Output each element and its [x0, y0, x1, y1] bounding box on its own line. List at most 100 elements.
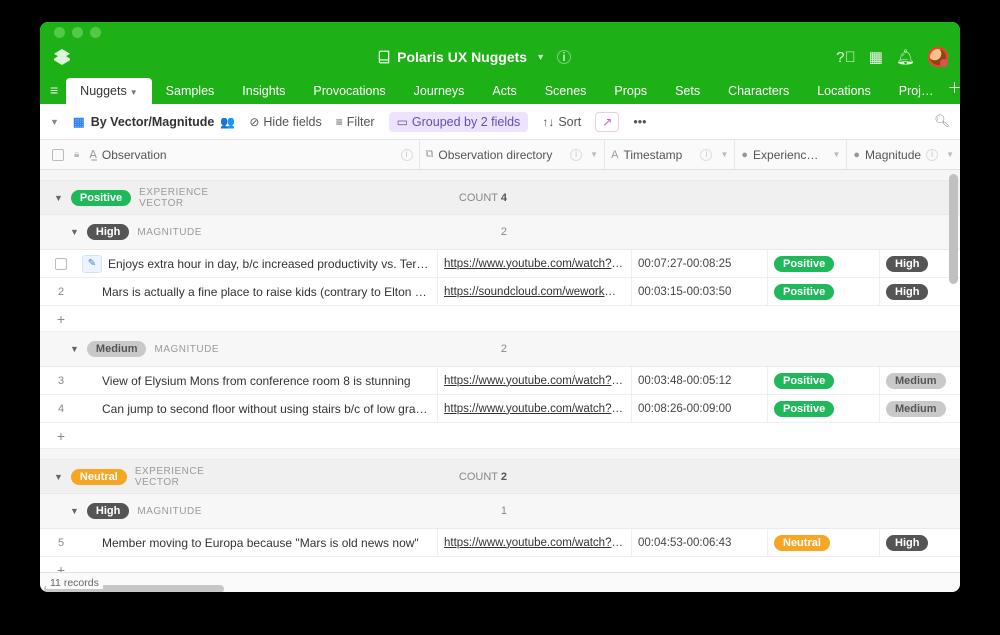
plus-icon[interactable]: +	[40, 311, 82, 327]
cell-directory-link[interactable]: https://soundcloud.com/weworkmars-ux-int…	[444, 286, 625, 298]
add-row[interactable]: +	[40, 423, 960, 449]
col-experience-vector[interactable]: ● Experience vector ▼	[735, 140, 847, 169]
cell-directory-link[interactable]: https://www.youtube.com/watch?v=HFDS74h…	[444, 537, 625, 549]
cell-observation[interactable]: Mars is actually a fine place to raise k…	[82, 285, 437, 299]
tab-sets[interactable]: Sets	[661, 78, 714, 104]
add-row[interactable]: +	[40, 306, 960, 332]
collapse-sidebar-icon[interactable]: ▼	[50, 117, 59, 127]
apps-icon[interactable]: ▦	[869, 48, 883, 66]
col-observation[interactable]: 🔒︎ 𝖠̲ Observation i	[40, 140, 420, 169]
group-header-magnitude[interactable]: ▼ High MAGNITUDE 2	[40, 215, 960, 250]
field-info-icon[interactable]: i	[926, 149, 938, 161]
field-info-icon[interactable]: i	[401, 149, 413, 161]
share-view-button[interactable]: ↗	[595, 112, 619, 132]
tab-insights[interactable]: Insights	[228, 78, 299, 104]
help-icon[interactable]: ?⃝	[836, 49, 856, 66]
collapse-icon[interactable]: ▼	[54, 193, 63, 203]
tab-journeys[interactable]: Journeys	[400, 78, 479, 104]
table-row[interactable]: 2 Mars is actually a fine place to raise…	[40, 278, 960, 306]
search-icon[interactable]: 🔍︎	[934, 114, 950, 129]
plus-icon[interactable]: +	[40, 562, 82, 573]
cell-magnitude-badge[interactable]: High	[886, 284, 928, 300]
group-button[interactable]: ▭Grouped by 2 fields	[389, 112, 529, 132]
tab-samples[interactable]: Samples	[152, 78, 229, 104]
cell-vector-badge[interactable]: Positive	[774, 284, 834, 300]
col-magnitude[interactable]: ● Magnitude i▼	[847, 140, 960, 169]
col-directory[interactable]: ⧉ Observation directory i▼	[420, 140, 606, 169]
caret-down-icon: ▼	[536, 52, 545, 62]
table-row[interactable]: 3 View of Elysium Mons from conference r…	[40, 367, 960, 395]
cell-timestamp[interactable]: 00:07:27-00:08:25	[632, 250, 768, 277]
group-header-magnitude[interactable]: ▼ Medium MAGNITUDE 2	[40, 332, 960, 367]
more-button[interactable]: •••	[633, 115, 646, 129]
mac-close-icon[interactable]	[54, 27, 65, 38]
table-row[interactable]: 5 Member moving to Europa because "Mars …	[40, 529, 960, 557]
bell-icon[interactable]: 🔔︎	[896, 48, 915, 66]
collapse-icon[interactable]: ▼	[70, 344, 79, 354]
tab-acts[interactable]: Acts	[478, 78, 530, 104]
menu-icon[interactable]: ≡	[46, 82, 66, 104]
cell-timestamp[interactable]: 00:04:53-00:06:43	[632, 529, 768, 556]
group-header-vector[interactable]: ▼ Neutral EXPERIENCE VECTOR COUNT 2	[40, 459, 960, 494]
cell-directory-link[interactable]: https://www.youtube.com/watch?v=LOLB87t…	[444, 403, 625, 415]
cell-magnitude-badge[interactable]: High	[886, 256, 928, 272]
mac-zoom-icon[interactable]	[90, 27, 101, 38]
cell-observation[interactable]: Can jump to second floor without using s…	[82, 402, 437, 416]
app-logo-icon[interactable]	[52, 49, 72, 65]
collapse-icon[interactable]: ▼	[70, 506, 79, 516]
cell-vector-badge[interactable]: Positive	[774, 373, 834, 389]
hide-fields-button[interactable]: ⊘Hide fields	[249, 115, 321, 129]
row-checkbox[interactable]	[55, 258, 67, 270]
caret-down-icon[interactable]: ▼	[590, 150, 598, 159]
cell-timestamp[interactable]: 00:03:15-00:03:50	[632, 278, 768, 305]
add-row[interactable]: +	[40, 557, 960, 572]
view-switcher[interactable]: ▦ By Vector/Magnitude 👥	[73, 114, 235, 129]
tab-props[interactable]: Props	[600, 78, 661, 104]
cell-timestamp[interactable]: 00:03:48-00:05:12	[632, 367, 768, 394]
tab-scenes[interactable]: Scenes	[531, 78, 601, 104]
tab-characters[interactable]: Characters	[714, 78, 803, 104]
select-all-checkbox[interactable]	[52, 149, 64, 161]
sort-button[interactable]: ↑↓Sort	[542, 115, 581, 129]
plus-icon[interactable]: +	[40, 428, 82, 444]
cell-directory-link[interactable]: https://www.youtube.com/watch?v=LOLB87t…	[444, 258, 625, 270]
caret-down-icon[interactable]: ▼	[946, 150, 954, 159]
group-header-magnitude[interactable]: ▼ High MAGNITUDE 1	[40, 494, 960, 529]
tab-provocations[interactable]: Provocations	[299, 78, 399, 104]
collapse-icon[interactable]: ▼	[54, 472, 63, 482]
group-header-vector[interactable]: ▼ Positive EXPERIENCE VECTOR COUNT 4	[40, 180, 960, 215]
mac-minimize-icon[interactable]	[72, 27, 83, 38]
collaborators-icon[interactable]: 👥	[220, 115, 235, 129]
col-timestamp[interactable]: A Timestamp i▼	[605, 140, 735, 169]
tab-nuggets[interactable]: Nuggets▼	[66, 78, 151, 104]
cell-observation[interactable]: Enjoys extra hour in day, b/c increased …	[108, 257, 437, 271]
eye-off-icon: ⊘	[249, 115, 259, 129]
filter-button[interactable]: ≡Filter	[336, 115, 375, 129]
expand-record-icon[interactable]: ✎	[82, 255, 102, 273]
cell-magnitude-badge[interactable]: Medium	[886, 373, 946, 389]
cell-observation[interactable]: View of Elysium Mons from conference roo…	[82, 374, 437, 388]
field-info-icon[interactable]: i	[700, 149, 712, 161]
cell-timestamp[interactable]: 00:08:26-00:09:00	[632, 395, 768, 422]
cell-magnitude-badge[interactable]: Medium	[886, 401, 946, 417]
cell-vector-badge[interactable]: Positive	[774, 401, 834, 417]
tab-locations[interactable]: Locations	[803, 78, 885, 104]
table-row[interactable]: ✎ Enjoys extra hour in day, b/c increase…	[40, 250, 960, 278]
cell-directory-link[interactable]: https://www.youtube.com/watch?v=HFDS74h…	[444, 375, 625, 387]
table-row[interactable]: 4 Can jump to second floor without using…	[40, 395, 960, 423]
caret-down-icon[interactable]: ▼	[720, 150, 728, 159]
tab-proj[interactable]: Proj…	[885, 78, 948, 104]
cell-observation[interactable]: Member moving to Europa because "Mars is…	[82, 536, 437, 550]
mac-window-controls[interactable]	[40, 22, 960, 38]
cell-vector-badge[interactable]: Neutral	[774, 535, 830, 551]
cell-magnitude-badge[interactable]: High	[886, 535, 928, 551]
cell-vector-badge[interactable]: Positive	[774, 256, 834, 272]
collapse-icon[interactable]: ▼	[70, 227, 79, 237]
info-icon[interactable]: i	[557, 50, 571, 64]
add-table-icon[interactable]: ＋	[947, 78, 960, 98]
avatar[interactable]	[928, 47, 948, 67]
vertical-scrollbar[interactable]	[949, 174, 958, 284]
caret-down-icon[interactable]: ▼	[832, 150, 840, 159]
field-info-icon[interactable]: i	[570, 149, 582, 161]
base-title[interactable]: Polaris UX Nuggets ▼ i	[377, 49, 571, 65]
